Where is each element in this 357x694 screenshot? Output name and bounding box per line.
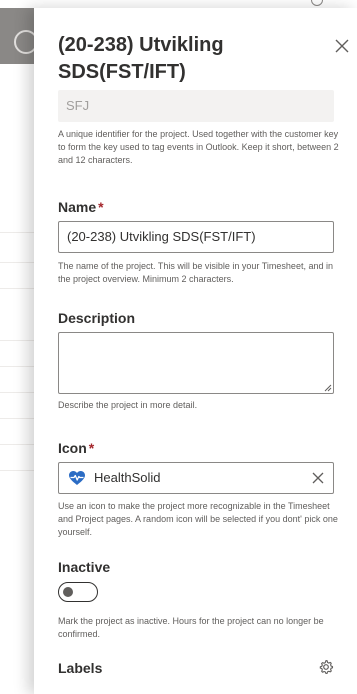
name-help: The name of the project. This will be vi…	[58, 261, 333, 284]
icon-picker-value: HealthSolid	[94, 470, 161, 485]
background-divider	[0, 366, 34, 367]
background-divider	[0, 288, 34, 289]
icon-picker[interactable]: HealthSolid	[58, 462, 334, 494]
icon-label: Icon *	[58, 438, 94, 458]
background-header	[0, 8, 38, 64]
background-divider	[0, 340, 34, 341]
background-divider	[0, 418, 34, 419]
required-marker: *	[88, 440, 95, 456]
toggle-knob	[63, 587, 73, 597]
close-icon	[335, 39, 349, 53]
required-marker: *	[98, 199, 104, 215]
labels-label: Labels	[58, 660, 103, 676]
icon-help: Use an icon to make the project more rec…	[58, 501, 338, 537]
description-help: Describe the project in more detail.	[58, 400, 198, 410]
clear-icon[interactable]	[311, 471, 325, 485]
background-topbar	[0, 0, 357, 8]
description-textarea[interactable]	[58, 332, 334, 394]
project-key-field[interactable]: SFJ	[58, 90, 334, 122]
background-divider	[0, 232, 34, 233]
close-button[interactable]	[332, 36, 352, 56]
inactive-help: Mark the project as inactive. Hours for …	[58, 616, 324, 639]
name-label: Name *	[58, 197, 104, 217]
project-key-help: A unique identifier for the project. Use…	[58, 129, 339, 165]
background-divider	[0, 392, 34, 393]
heart-pulse-icon	[69, 471, 85, 485]
background-divider	[0, 444, 34, 445]
resize-grip-icon[interactable]	[324, 384, 332, 392]
name-input[interactable]: (20-238) Utvikling SDS(FST/IFT)	[58, 221, 334, 253]
name-label-text: Name	[58, 199, 97, 215]
icon-label-text: Icon	[58, 440, 87, 456]
inactive-toggle[interactable]	[58, 582, 98, 602]
background-divider	[0, 262, 34, 263]
settings-icon	[311, 0, 323, 6]
edit-project-panel: (20-238) Utvikling SDS(FST/IFT) SFJ A un…	[34, 8, 357, 694]
gear-icon[interactable]	[318, 659, 334, 675]
panel-title: (20-238) Utvikling SDS(FST/IFT)	[58, 34, 224, 83]
description-label: Description	[58, 310, 136, 326]
inactive-label: Inactive	[58, 559, 111, 575]
background-divider	[0, 470, 34, 471]
